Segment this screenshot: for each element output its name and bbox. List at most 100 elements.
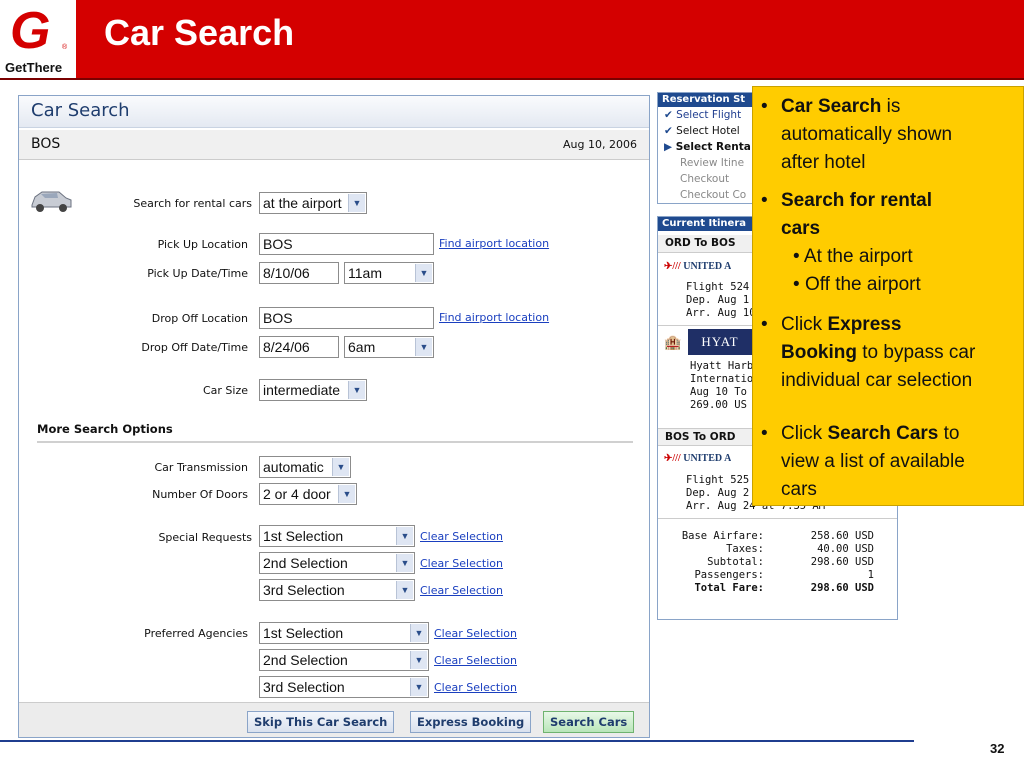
more-search-options-heading: More Search Options [37,422,173,436]
airline-name: UNITED A [683,261,732,272]
location-code: BOS [31,136,61,152]
clear-special-request-2-link[interactable]: Clear Selection [420,557,503,570]
subtotal-value: 298.60 USD [810,556,874,568]
transmission-value: automatic [263,459,324,475]
dropoff-time-value: 6am [348,339,376,355]
step-review-itinerary: Review Itine [680,157,745,169]
step-select-flight[interactable]: ✔ Select Flight [664,109,741,121]
chevron-down-icon: ▼ [410,624,427,642]
bullet-bold: Search for rental [781,190,932,211]
callout-bullet-4: • Click Search Cars to view a list of ava… [761,420,1023,504]
callout-bullet-1: • Car Search is automatically shown after … [761,93,1023,177]
bullet-text-part: cars [781,479,817,500]
dropoff-location-input[interactable]: BOS [259,307,434,329]
check-icon: ✔ [664,109,673,121]
airline-name: UNITED A [683,453,732,464]
hotel-dates: Aug 10 To [690,386,747,398]
dropoff-date-input[interactable]: 8/24/06 [259,336,339,358]
find-airport-link-dropoff[interactable]: Find airport location [439,311,549,324]
chevron-down-icon: ▼ [348,194,365,212]
transmission-select[interactable]: automatic ▼ [259,456,351,478]
doors-label: Number Of Doors [152,488,248,501]
step-checkout-confirm: Checkout Co [680,189,747,201]
pickup-location-label: Pick Up Location [157,238,248,251]
clear-special-request-1-link[interactable]: Clear Selection [420,530,503,543]
flight2-departure: Dep. Aug 2 [686,487,750,499]
slide-title: Car Search [104,12,295,53]
bullet-bold: Booking [781,342,857,363]
chevron-down-icon: ▼ [396,581,413,599]
special-request-1-select[interactable]: 1st Selection ▼ [259,525,415,547]
find-airport-link-pickup[interactable]: Find airport location [439,237,549,250]
base-airfare-value: 258.60 USD [810,530,874,542]
clear-agency-2-link[interactable]: Clear Selection [434,654,517,667]
dropoff-time-select[interactable]: 6am ▼ [344,336,434,358]
pickup-time-select[interactable]: 11am ▼ [344,262,434,284]
bullet-text-part: Click [781,423,828,444]
chevron-down-icon: ▼ [415,338,432,356]
total-fare-label: Total Fare: [694,582,764,594]
bullet-dot: • [761,423,768,444]
reservation-status-panel: Reservation St ✔ Select Flight ✔ Select … [657,92,757,204]
pickup-location-input[interactable]: BOS [259,233,434,255]
callout-bullet-3: • Click Express Booking to bypass car indi… [761,311,1023,395]
bullet-bold: cars [781,218,821,239]
step-checkout: Checkout [680,173,730,185]
bullet-dot: • [761,190,768,211]
passengers-label: Passengers: [694,569,764,581]
step-label: Select Hotel [676,125,740,137]
search-cars-button[interactable]: Search Cars [543,711,635,733]
bullet-dot: • [761,314,768,335]
special-request-2-select[interactable]: 2nd Selection ▼ [259,552,415,574]
pickup-date-input[interactable]: 8/10/06 [259,262,339,284]
page-number: 32 [990,741,1005,756]
chevron-down-icon: ▼ [396,527,413,545]
special-request-2-value: 2nd Selection [263,555,348,571]
clear-agency-1-link[interactable]: Clear Selection [434,627,517,640]
special-request-3-value: 3rd Selection [263,582,345,598]
step-label: Select Renta [675,141,751,153]
footer-divider [0,740,914,742]
chevron-down-icon: ▼ [348,381,365,399]
base-airfare-label: Base Airfare: [681,530,764,542]
car-size-select[interactable]: intermediate ▼ [259,379,367,401]
form-footer: Skip This Car Search Express Booking Sea… [19,702,649,737]
step-label: Select Flight [676,109,742,121]
bullet-dot: • [761,96,768,117]
divider [658,518,897,519]
sub-bullet-dot: • [793,274,805,295]
step-select-hotel[interactable]: ✔ Select Hotel [664,125,740,137]
clear-agency-3-link[interactable]: Clear Selection [434,681,517,694]
doors-select[interactable]: 2 or 4 door ▼ [259,483,357,505]
car-icon [31,191,72,212]
bullet-text: Click Express Booking to bypass car indivi… [781,311,1021,395]
doors-value: 2 or 4 door [263,486,331,502]
flight1-arrival: Arr. Aug 10 [686,307,756,319]
preferred-agency-1-select[interactable]: 1st Selection ▼ [259,622,429,644]
special-request-3-select[interactable]: 3rd Selection ▼ [259,579,415,601]
sub-bullet-text: Off the airport [804,274,921,295]
hotel-building-icon: 🏨 [664,335,682,351]
search-location-select[interactable]: at the airport ▼ [259,192,367,214]
dropoff-location-label: Drop Off Location [151,312,248,325]
location-bar: BOS Aug 10, 2006 [19,130,649,160]
special-requests-label: Special Requests [158,531,252,544]
reservation-status-title: Reservation St [658,93,756,107]
express-booking-button[interactable]: Express Booking [410,711,532,733]
passengers-value: 1 [867,569,874,581]
taxes-label: Taxes: [726,543,764,555]
preferred-agency-3-select[interactable]: 3rd Selection ▼ [259,676,429,698]
registered-mark: ® [62,44,68,51]
section-divider [37,441,633,443]
bullet-text: Car Search is automatically shown after ho… [781,93,1021,177]
current-step-arrow-icon: ▶ [664,141,673,153]
clear-special-request-3-link[interactable]: Clear Selection [420,584,503,597]
skip-car-search-button[interactable]: Skip This Car Search [247,711,395,733]
bullet-text-part: automatically shown [781,124,953,145]
check-icon: ✔ [664,125,673,137]
flight1-number: Flight 524 [686,281,750,293]
preferred-agency-3-value: 3rd Selection [263,679,345,695]
car-size-value: intermediate [263,382,341,398]
preferred-agency-2-select[interactable]: 2nd Selection ▼ [259,649,429,671]
bullet-text-part: individual car selection [781,370,973,391]
